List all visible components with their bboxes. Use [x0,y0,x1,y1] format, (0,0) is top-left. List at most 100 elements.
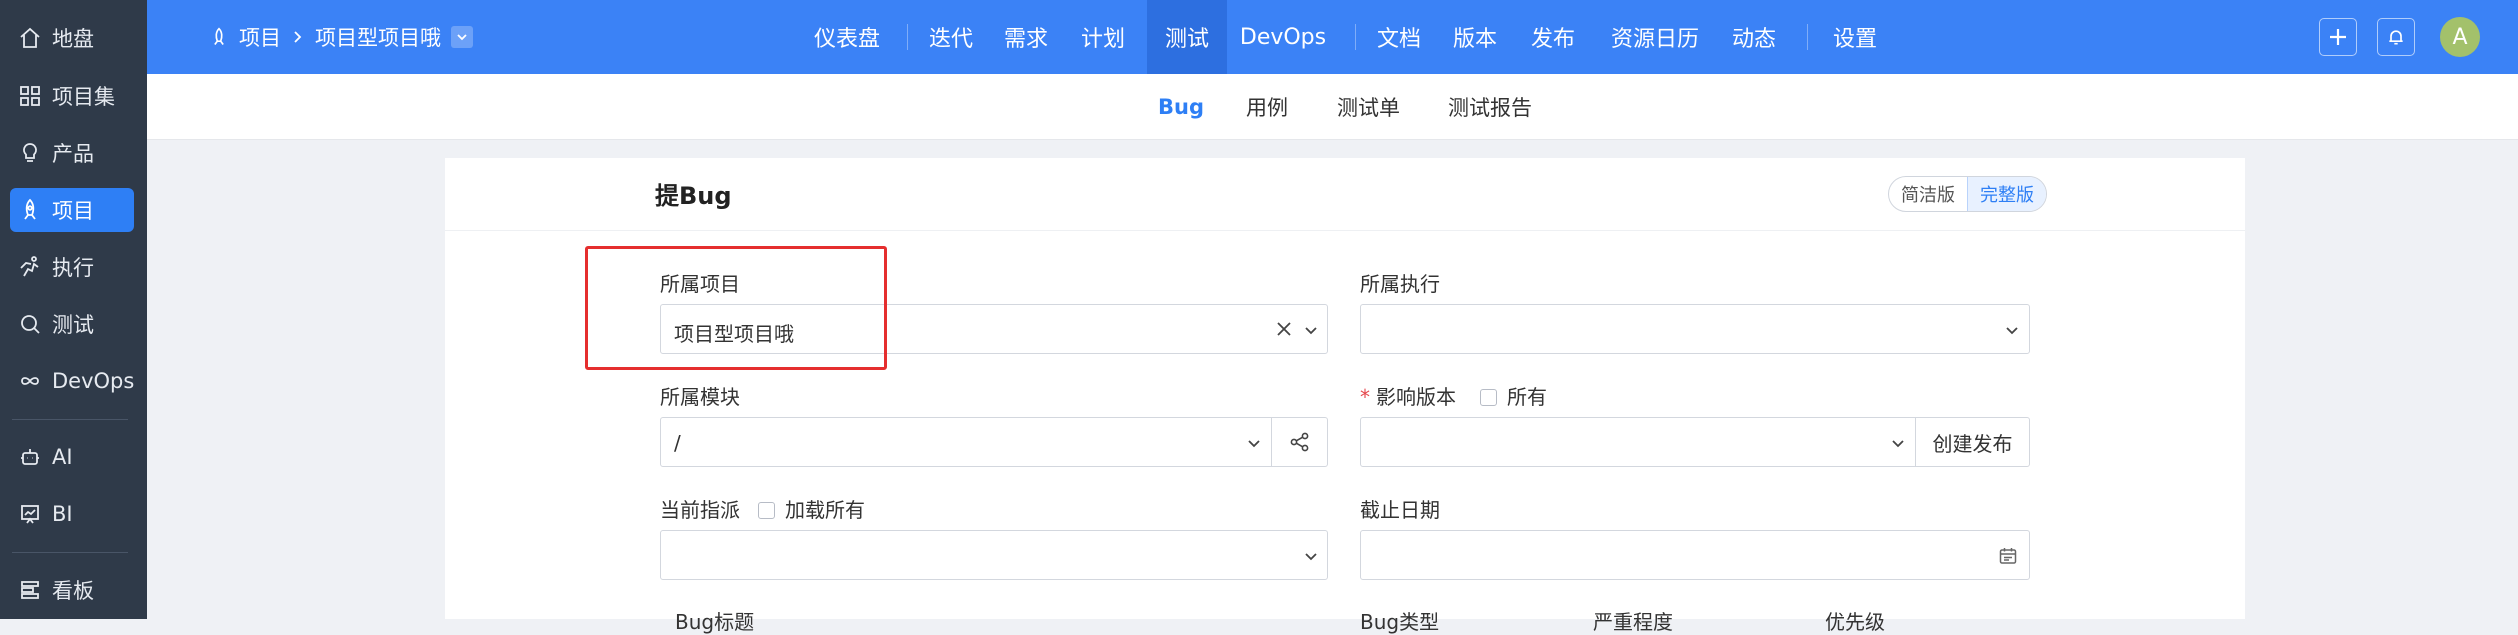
bulb-icon [18,141,42,165]
nav-separator [1355,24,1356,50]
chevron-right-icon [291,30,305,44]
search-icon [18,312,42,336]
nav-doc[interactable]: 文档 [1369,0,1429,74]
breadcrumb-root[interactable]: 项目 [239,22,281,52]
calendar-icon[interactable] [1998,546,2018,566]
grid-icon [18,84,42,108]
project-select[interactable]: 项目型项目哦 [660,304,1328,354]
tab-case[interactable]: 用例 [1246,74,1288,140]
sidebar-item-bi[interactable]: BI [10,492,134,536]
sidebar-item-test[interactable]: 测试 [10,302,134,346]
sidebar-item-label: 执行 [52,256,94,280]
left-sidebar: 地盘 项目集 产品 项目 执行 测试 DevOps AI BI 看板 [0,0,147,619]
nav-dashboard[interactable]: 仪表盘 [800,0,894,74]
kanban-icon [18,578,42,602]
affected-version-select[interactable] [1360,417,1916,467]
mode-simple-button[interactable]: 简洁版 [1889,177,1967,211]
mode-full-button[interactable]: 完整版 [1967,177,2046,211]
chevron-down-icon [1305,327,1317,335]
nav-release[interactable]: 发布 [1523,0,1583,74]
sidebar-item-program[interactable]: 项目集 [10,74,134,118]
divider [445,230,2245,231]
nav-test[interactable]: 测试 [1147,0,1227,74]
nav-settings[interactable]: 设置 [1821,0,1889,74]
nav-build[interactable]: 版本 [1445,0,1505,74]
assign-label: 当前指派 [660,498,740,522]
home-icon [18,26,42,50]
tab-testtask[interactable]: 测试单 [1337,74,1400,140]
sidebar-item-label: 测试 [52,313,94,337]
nav-story[interactable]: 需求 [996,0,1056,74]
sidebar-divider [12,552,128,553]
assigned-to-select[interactable] [660,530,1328,580]
sidebar-item-execution[interactable]: 执行 [10,245,134,289]
bug-type-label: Bug类型 [1360,610,1440,634]
infinity-icon [18,369,42,393]
user-avatar[interactable]: A [2440,17,2480,57]
load-all-label: 加载所有 [785,498,865,522]
chevron-down-icon [1248,440,1260,448]
sidebar-item-product[interactable]: 产品 [10,131,134,175]
nav-devops[interactable]: DevOps [1235,0,1331,74]
share-nodes-icon [1290,432,1308,452]
run-icon [18,255,42,279]
nav-dynamic[interactable]: 动态 [1724,0,1784,74]
module-value: / [674,431,681,455]
create-button[interactable] [2319,18,2357,56]
sidebar-item-label: 项目 [52,199,94,223]
rocket-icon [209,27,229,47]
sidebar-item-label: BI [52,502,73,526]
module-label: 所属模块 [660,385,740,409]
project-label: 所属项目 [660,272,740,296]
version-label: 影响版本 [1376,385,1456,409]
module-manage-button[interactable] [1272,417,1328,467]
sidebar-item-kanban[interactable]: 看板 [10,568,134,612]
execution-label: 所属执行 [1360,272,1440,296]
top-navbar: 项目 项目型项目哦 仪表盘 迭代 需求 计划 测试 DevOps 文档 版本 发… [147,0,2518,74]
project-switch-dropdown[interactable] [451,26,473,48]
execution-select[interactable] [1360,304,2030,354]
sidebar-item-project[interactable]: 项目 [10,188,134,232]
sidebar-item-label: 产品 [52,142,94,166]
sidebar-item-label: AI [52,445,73,469]
form-mode-switch: 简洁版 完整版 [1888,176,2047,212]
bell-icon [2389,30,2403,45]
module-select[interactable]: / [660,417,1272,467]
sidebar-item-label: 项目集 [52,85,115,109]
load-all-checkbox[interactable] [758,502,775,519]
notification-button[interactable] [2377,18,2415,56]
version-label-row: * 影响版本 所有 [1360,381,1547,410]
nav-separator [907,24,908,50]
bug-title-label: Bug标题 [675,610,755,634]
version-all-checkbox[interactable] [1480,389,1497,406]
clear-icon[interactable] [1275,320,1293,338]
sidebar-item-ai[interactable]: AI [10,435,134,479]
create-bug-panel: 提Bug 简洁版 完整版 所属项目 项目型项目哦 所属执行 所属模块 / * 影响… [445,158,2245,634]
create-release-button[interactable]: 创建发布 [1916,417,2030,467]
chevron-down-icon [1305,553,1317,561]
nav-resource-calendar[interactable]: 资源日历 [1599,0,1711,74]
deadline-label: 截止日期 [1360,498,1440,522]
sidebar-item-label: 地盘 [52,27,94,51]
nav-iteration[interactable]: 迭代 [921,0,981,74]
rocket-icon [18,198,42,222]
deadline-date-input[interactable] [1360,530,2030,580]
tab-testreport[interactable]: 测试报告 [1448,74,1532,140]
tab-bug[interactable]: Bug [1158,74,1204,140]
priority-label: 优先级 [1825,610,1885,634]
sidebar-item-label: DevOps [52,369,135,393]
chevron-down-icon [1892,440,1904,448]
nav-separator [1807,24,1808,50]
chevron-down-icon [457,34,467,41]
sidebar-item-home[interactable]: 地盘 [10,16,134,60]
robot-icon [18,445,42,469]
nav-plan[interactable]: 计划 [1073,0,1133,74]
required-mark: * [1360,385,1370,409]
breadcrumb: 项目 项目型项目哦 [209,0,473,74]
sidebar-item-devops[interactable]: DevOps [10,359,134,403]
chevron-down-icon [2006,327,2018,335]
chart-board-icon [18,502,42,526]
sidebar-item-label: 看板 [52,579,94,603]
version-all-label: 所有 [1507,385,1547,409]
breadcrumb-current-project[interactable]: 项目型项目哦 [315,22,441,52]
